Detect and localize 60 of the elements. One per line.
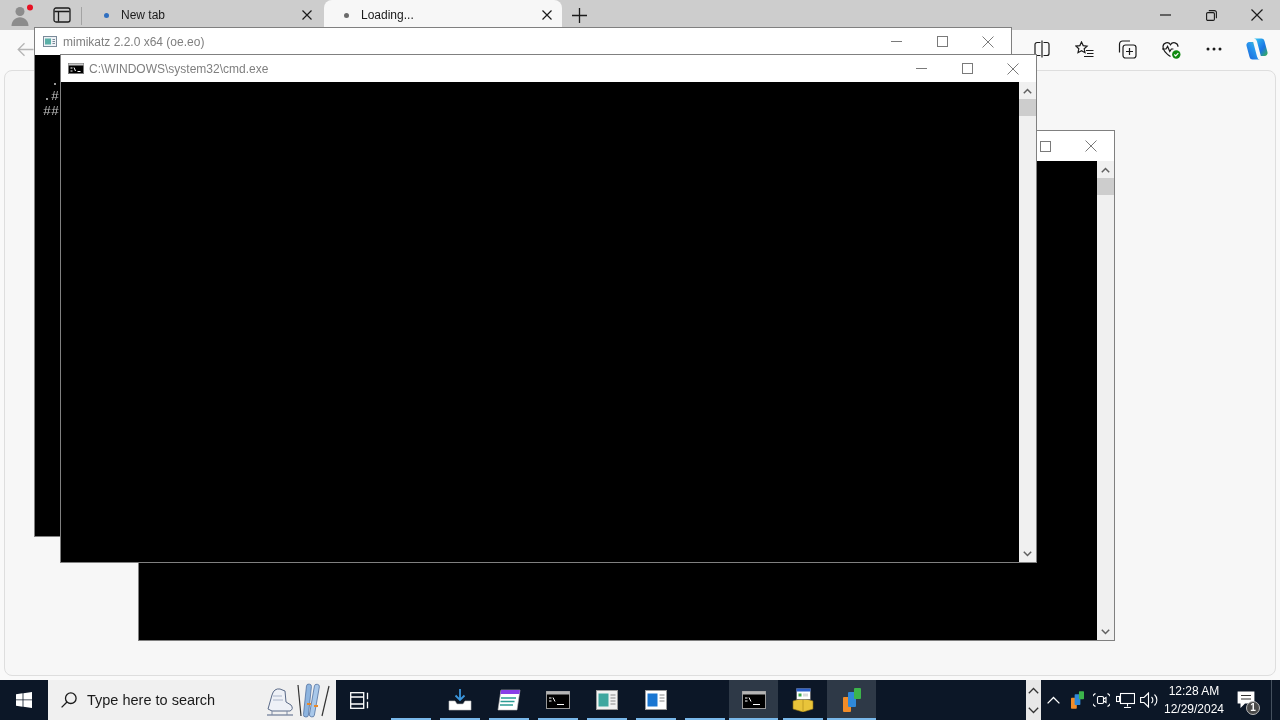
notification-badge: 1	[1246, 701, 1260, 715]
stacked-cards-icon	[842, 688, 861, 712]
console-icon	[741, 691, 766, 709]
scrollbar[interactable]	[1019, 82, 1036, 562]
chevron-down-icon[interactable]	[1101, 628, 1110, 635]
dot-icon	[104, 12, 109, 18]
task-view-icon[interactable]	[350, 691, 370, 709]
browser-tab[interactable]: Loading...	[324, 0, 562, 30]
search-icon	[61, 692, 77, 708]
chevron-down-icon[interactable]	[1028, 706, 1039, 714]
scroll-thumb[interactable]	[1019, 99, 1036, 116]
browser-tab[interactable]: New tab	[84, 0, 322, 30]
gradient-logo-icon[interactable]	[1244, 37, 1269, 61]
console-icon	[545, 691, 570, 709]
dot-icon	[344, 12, 349, 18]
clock-date[interactable]: 12/29/2024	[1163, 700, 1225, 718]
window-title: mimikatz 2.2.0 x64 (oe.eo)	[63, 34, 205, 49]
app-window-icon	[496, 689, 521, 711]
tab-actions-icon[interactable]	[53, 7, 71, 23]
restore-icon[interactable]	[1205, 9, 1217, 21]
favorites-icon[interactable]	[1075, 40, 1094, 58]
taskbar-app-button[interactable]	[729, 680, 778, 720]
window-panel-icon	[43, 36, 57, 47]
chevron-up-icon[interactable]	[1028, 686, 1039, 694]
minimize-icon[interactable]	[890, 41, 902, 42]
clock-time[interactable]: 12:28 AM	[1168, 682, 1220, 700]
heart-pulse-icon[interactable]	[1160, 39, 1181, 59]
window-title: C:\WINDOWS\system32\cmd.exe	[89, 61, 269, 76]
scrollbar[interactable]	[1097, 161, 1114, 640]
winter-sports-icon	[265, 682, 333, 718]
notification-icon[interactable]	[1237, 691, 1255, 709]
network-icon[interactable]	[1115, 691, 1135, 709]
package-icon	[790, 688, 815, 712]
window-sidebar-icon	[644, 690, 667, 710]
close-icon[interactable]	[302, 10, 312, 20]
more-icon[interactable]	[1205, 47, 1222, 51]
windows-logo-icon[interactable]	[16, 692, 32, 708]
maximize-icon[interactable]	[961, 63, 973, 74]
search-field[interactable]: Type here to search	[48, 680, 336, 720]
stacked-cards-icon[interactable]	[1070, 691, 1084, 709]
minimize-icon[interactable]	[1159, 14, 1171, 16]
chevron-down-icon[interactable]	[1023, 550, 1032, 557]
maximize-icon[interactable]	[936, 36, 948, 47]
close-icon[interactable]	[1251, 9, 1263, 21]
maximize-icon[interactable]	[1039, 140, 1051, 152]
split-screen-icon[interactable]	[1032, 40, 1051, 58]
console-icon	[68, 63, 84, 74]
profile-icon[interactable]	[10, 4, 34, 26]
console-line: .	[50, 74, 59, 89]
camera-icon[interactable]	[1092, 692, 1110, 708]
minimize-icon[interactable]	[915, 68, 927, 69]
download-tray-icon	[447, 689, 472, 711]
close-icon[interactable]	[542, 10, 552, 20]
window-panel-icon	[595, 690, 618, 710]
console-line: ##	[42, 104, 59, 119]
scroll-thumb[interactable]	[1097, 178, 1114, 195]
plus-icon[interactable]	[571, 7, 587, 23]
console-line: .#	[42, 89, 59, 104]
volume-icon[interactable]	[1139, 692, 1159, 708]
collections-icon[interactable]	[1118, 39, 1137, 59]
